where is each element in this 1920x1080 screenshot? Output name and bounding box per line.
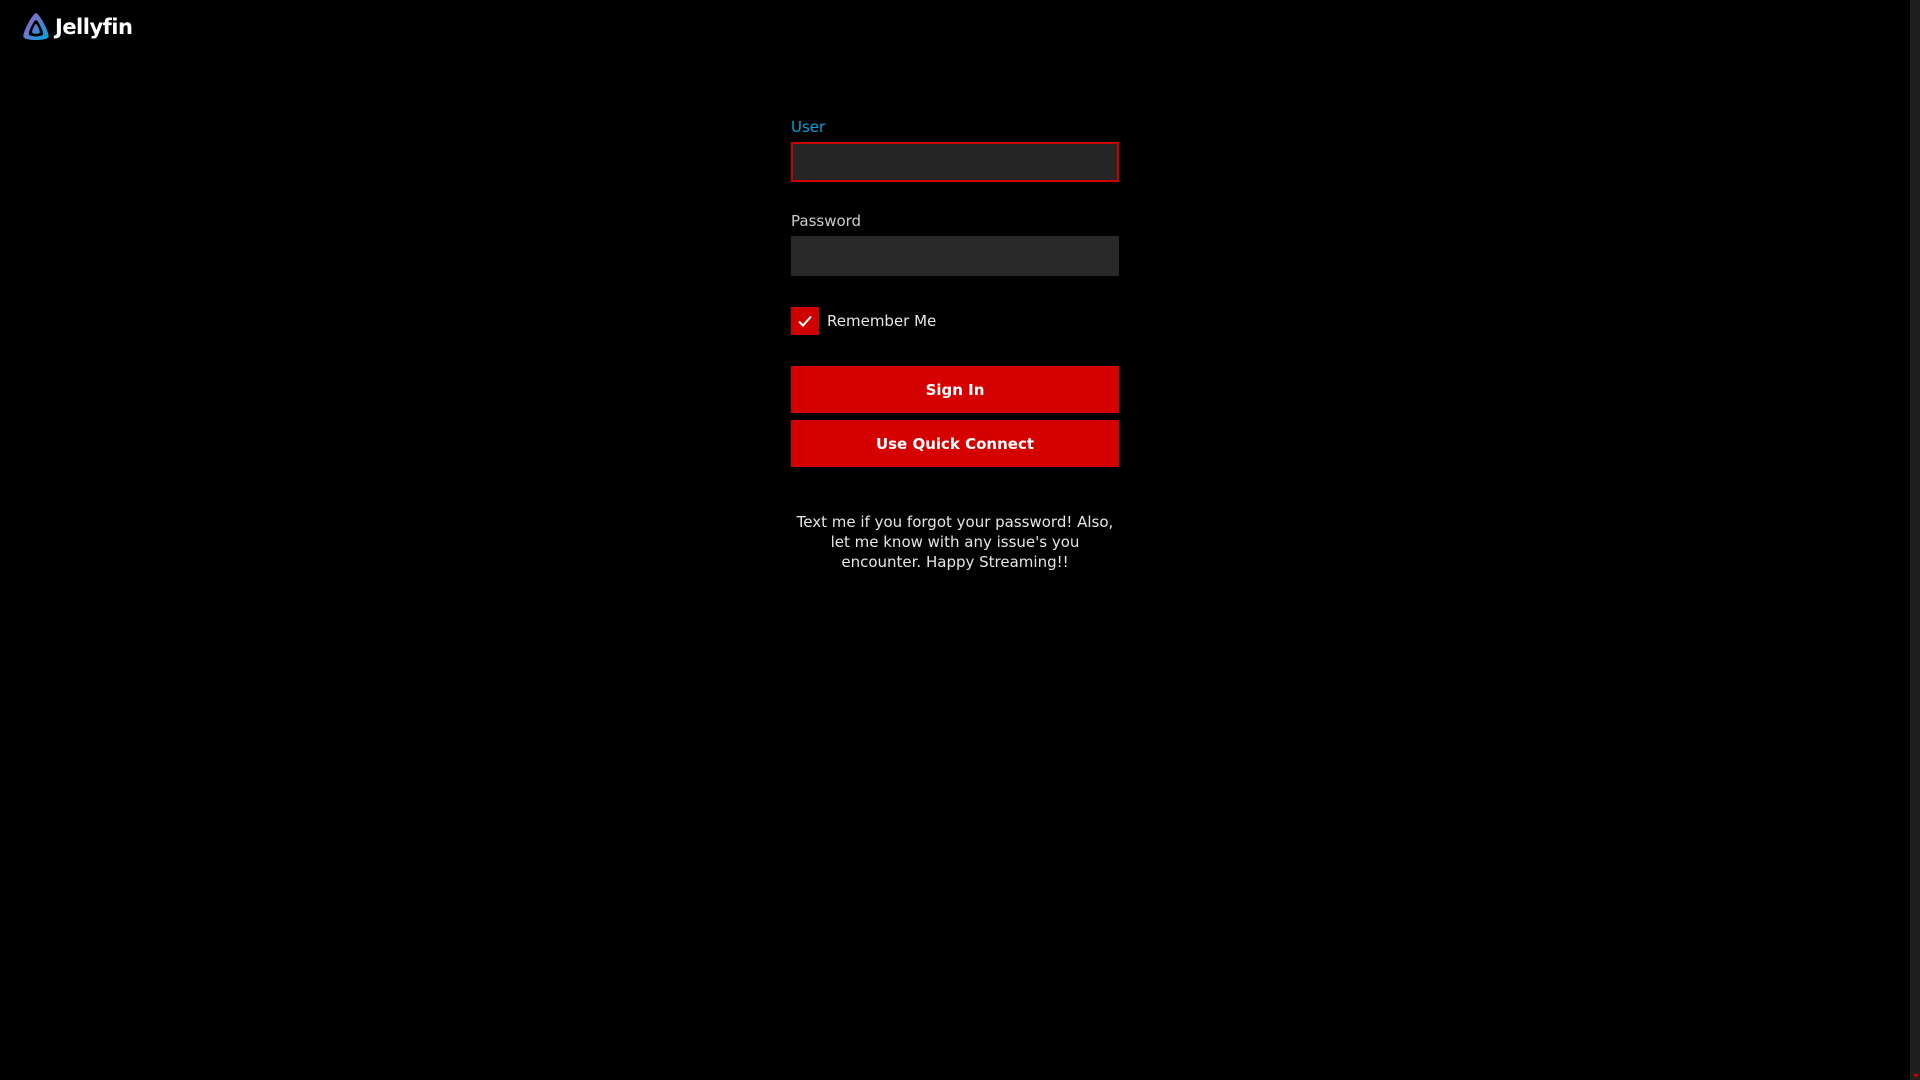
login-form: User Password Remember Me Sign In Use Qu… [791, 118, 1119, 572]
remember-me-row[interactable]: Remember Me [791, 307, 1119, 335]
app-header: Jellyfin [20, 8, 133, 46]
password-label: Password [791, 212, 862, 230]
password-field: Password [791, 212, 1119, 276]
sign-in-button[interactable]: Sign In [791, 366, 1119, 413]
quick-connect-button[interactable]: Use Quick Connect [791, 420, 1119, 467]
login-disclaimer: Text me if you forgot your password! Als… [796, 513, 1114, 571]
scroll-down-arrow-icon[interactable] [1913, 1074, 1919, 1078]
remember-me-label: Remember Me [827, 312, 937, 330]
vertical-scrollbar[interactable] [1910, 0, 1920, 1080]
jellyfin-logo-icon [23, 13, 49, 40]
user-input[interactable] [791, 142, 1119, 182]
user-field: User [791, 118, 1119, 182]
user-label: User [791, 118, 826, 136]
password-input[interactable] [791, 236, 1119, 276]
brand-name: Jellyfin [55, 15, 133, 39]
remember-me-checkbox[interactable] [791, 307, 819, 335]
checkmark-icon [798, 315, 812, 327]
login-page: Jellyfin User Password Remember Me Sign … [0, 0, 1920, 1080]
